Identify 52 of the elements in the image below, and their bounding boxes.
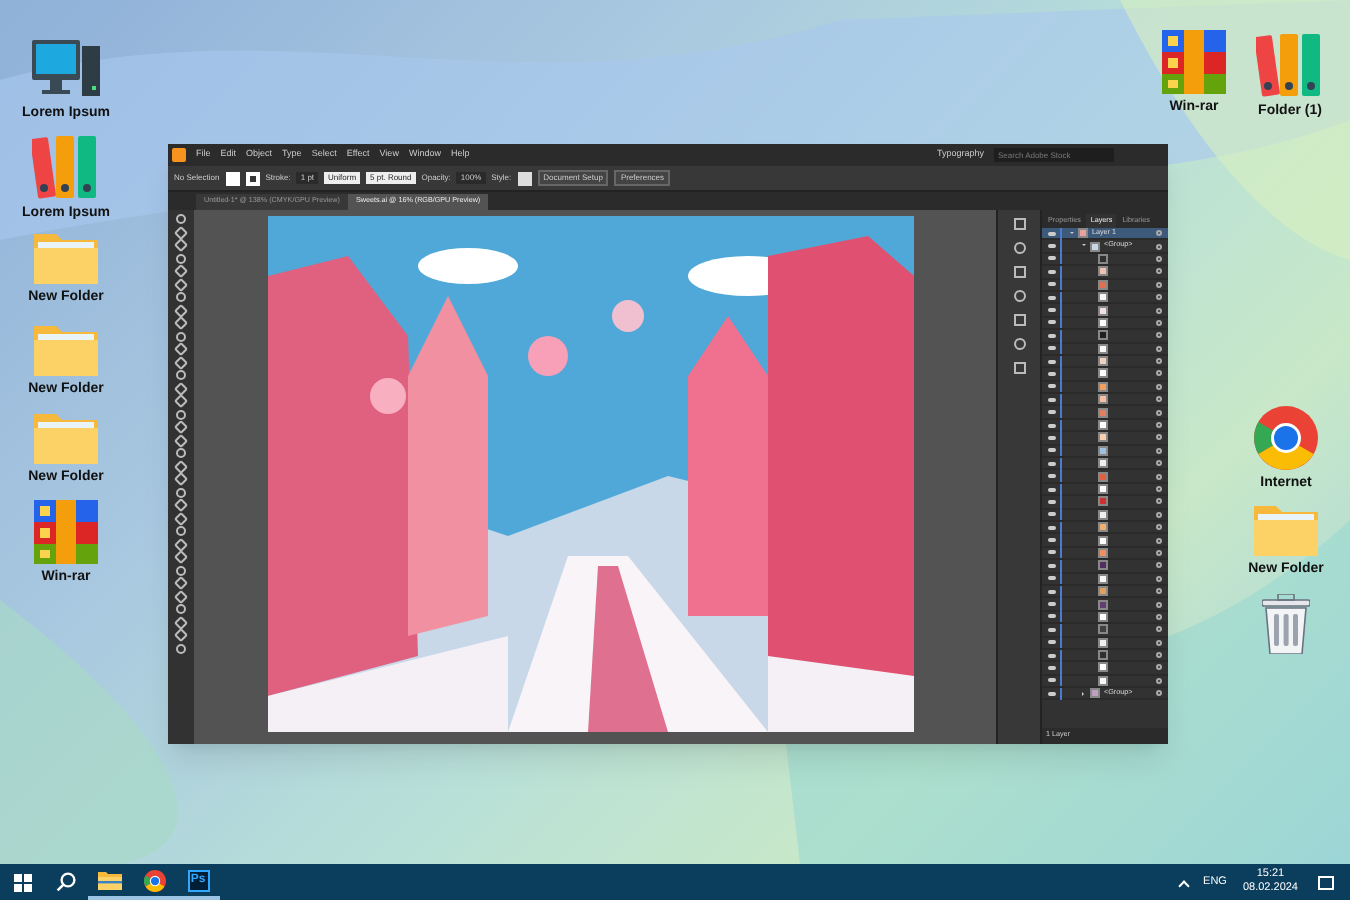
- layer-row[interactable]: [1042, 598, 1168, 612]
- app-logo-icon: [172, 148, 186, 162]
- layer-row[interactable]: [1042, 458, 1168, 471]
- layer-row[interactable]: [1042, 675, 1168, 689]
- style-swatch[interactable]: [517, 171, 532, 185]
- binders-icon[interactable]: [1256, 30, 1324, 98]
- layer-row[interactable]: [1042, 253, 1168, 267]
- layer-row[interactable]: [1042, 304, 1168, 318]
- folder-icon: [98, 870, 122, 890]
- layer-row[interactable]: [1042, 419, 1168, 433]
- trash-icon[interactable]: [1262, 594, 1310, 654]
- layer-row[interactable]: [1042, 624, 1168, 637]
- chevron-up-icon[interactable]: [1177, 879, 1189, 891]
- layer-row[interactable]: [1042, 534, 1168, 548]
- layer-row[interactable]: [1042, 470, 1168, 484]
- binders-icon[interactable]: [32, 132, 100, 200]
- layer-row[interactable]: [1042, 483, 1168, 497]
- layer-row[interactable]: [1042, 649, 1168, 663]
- computer-icon[interactable]: [32, 40, 100, 100]
- layer-row[interactable]: [1042, 547, 1168, 561]
- layer-row[interactable]: [1042, 611, 1168, 625]
- layer-row[interactable]: [1042, 521, 1168, 535]
- layer-row[interactable]: [1042, 291, 1168, 305]
- layer-row[interactable]: [1042, 432, 1168, 446]
- layer-row[interactable]: [1042, 279, 1168, 292]
- start-icon[interactable]: [13, 873, 31, 891]
- search-icon: [56, 872, 76, 892]
- layer-row[interactable]: [1042, 266, 1168, 280]
- layer-row[interactable]: [1042, 585, 1168, 599]
- layer-row[interactable]: [1042, 317, 1168, 331]
- layer-row[interactable]: [1042, 496, 1168, 510]
- archive-icon[interactable]: [1162, 30, 1226, 94]
- fill-swatch[interactable]: [225, 171, 240, 185]
- layer-row[interactable]: [1042, 509, 1168, 522]
- layer-row[interactable]: [1042, 330, 1168, 344]
- layer-row[interactable]: [1042, 381, 1168, 395]
- layer-row[interactable]: [1042, 368, 1168, 382]
- layer-row[interactable]: [1042, 637, 1168, 650]
- stroke-swatch[interactable]: [245, 171, 260, 185]
- layer-row[interactable]: [1042, 394, 1168, 407]
- layer-row[interactable]: [1042, 343, 1168, 356]
- layer-row[interactable]: [1042, 406, 1168, 420]
- layer-row[interactable]: [1042, 573, 1168, 586]
- taskbar-button[interactable]: [132, 864, 176, 900]
- layer-row[interactable]: [1042, 560, 1168, 574]
- notification-icon[interactable]: [1318, 875, 1334, 889]
- chrome-icon: [143, 869, 165, 891]
- layer-row[interactable]: [1042, 355, 1168, 369]
- chrome-icon[interactable]: [1254, 406, 1318, 470]
- layer-row[interactable]: [1042, 445, 1168, 459]
- layer-row[interactable]: [1042, 662, 1168, 676]
- archive-icon[interactable]: [34, 500, 98, 564]
